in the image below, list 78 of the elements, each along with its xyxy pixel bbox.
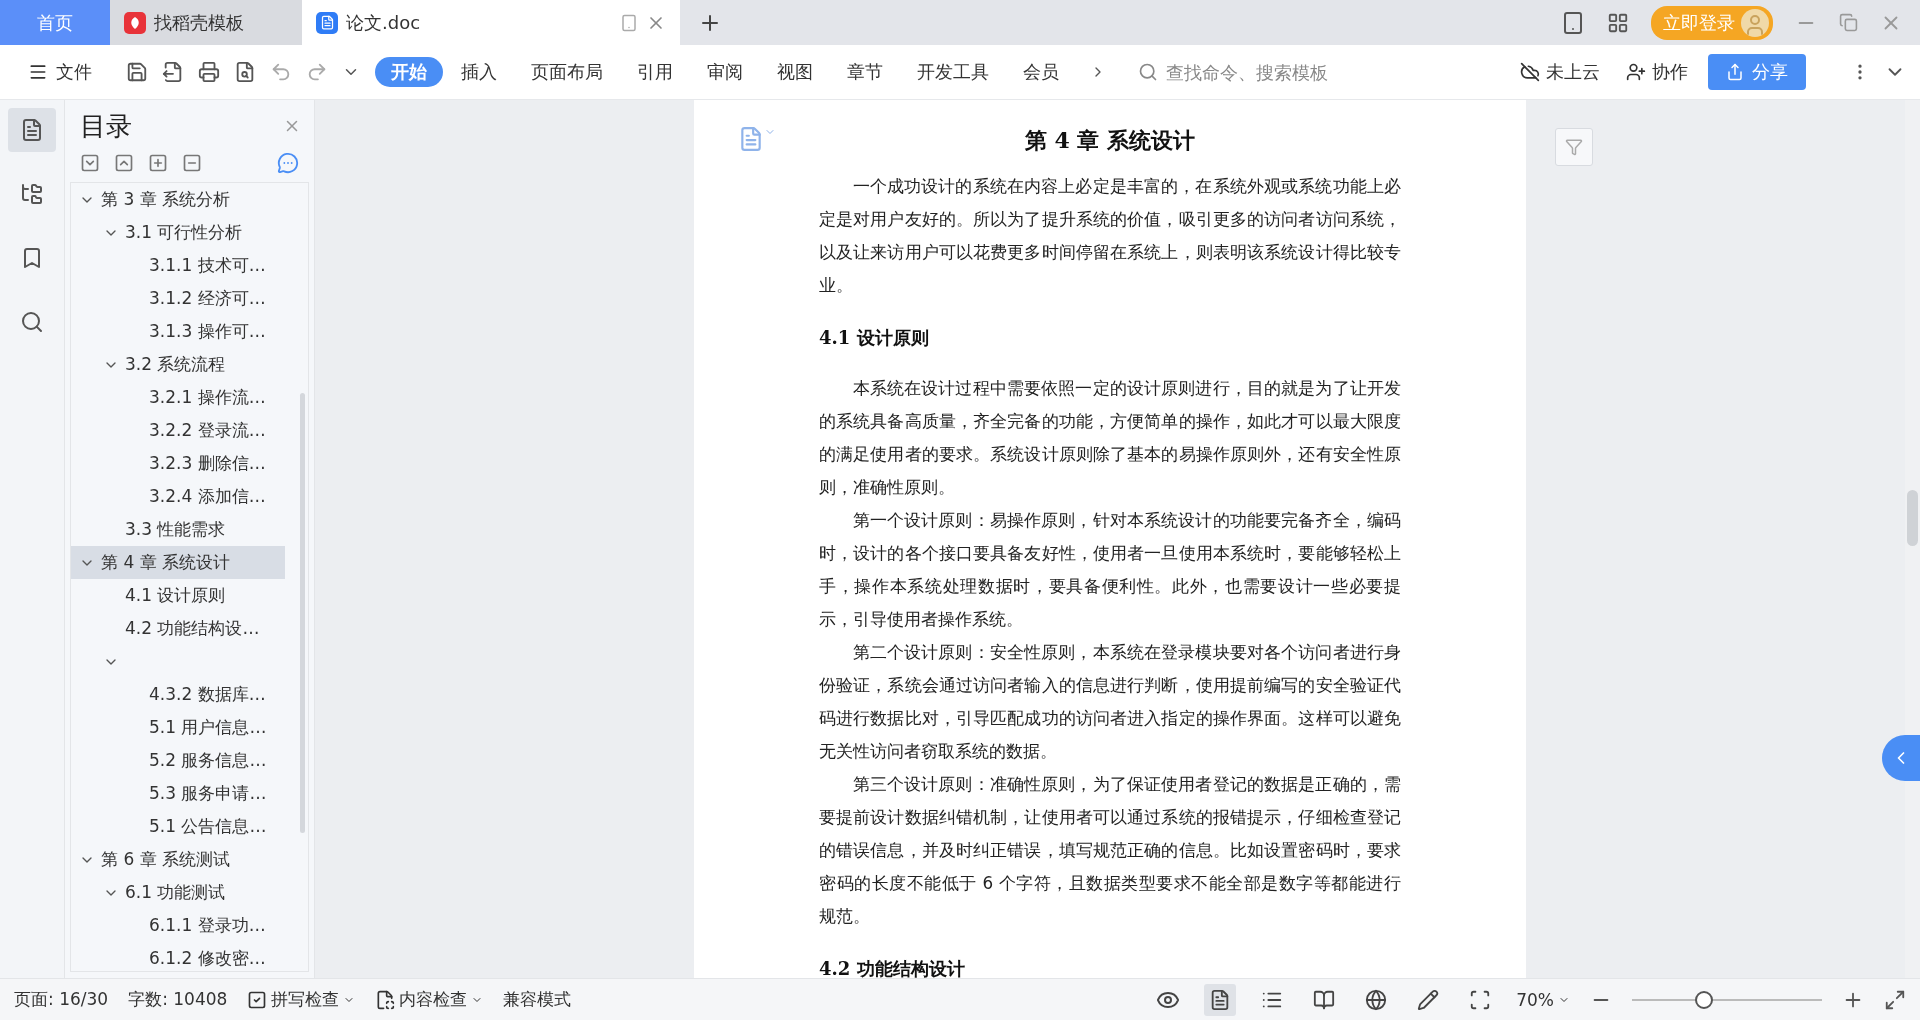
toc-item[interactable]: 3.1.2 经济可… [71,282,285,315]
toc-item[interactable]: 4.3.2 数据库… [71,678,285,711]
grid-icon[interactable] [1607,11,1629,34]
toc-item[interactable]: 3.2.1 操作流… [71,381,285,414]
search-field[interactable]: 查找命令、搜索模板 [1138,60,1344,84]
section-heading: 4.2 功能结构设计 [819,957,966,978]
spell-check-button[interactable]: 拼写检查 [247,988,356,1011]
leaf-icon [124,11,146,34]
toc-item[interactable]: 3.2.3 删除信… [71,447,285,480]
remove-level-icon[interactable] [182,153,202,173]
toc-item[interactable]: 第 6 章 系统测试 [71,843,285,876]
paragraph: 第二个设计原则：安全性原则，本系统在登录模块要对各个访问者进行身份验证，系统会通过访问者输入的信息进行判断，使用提前编写的安全验证代码进行数据比对，引导匹配成功的访问者进入指定的操作界面。这样可以避免无关性访问者窃取系统的数据。 [819,641,1401,763]
toc-item[interactable]: 4.1 设计原则 [71,579,285,612]
ribbon-tab[interactable]: 会员 [1007,57,1075,87]
layout-icon[interactable] [1561,10,1585,35]
check-icon [247,989,268,1010]
toc-item[interactable]: 3.2.2 登录流… [71,414,285,447]
toc-item[interactable]: 6.1.2 修改密… [71,942,285,971]
add-level-icon[interactable] [148,153,168,173]
print-icon[interactable] [198,61,220,83]
file-menu[interactable]: 文件 [22,59,98,85]
panel-title: 目录 [80,109,132,143]
preview-icon[interactable] [234,61,256,83]
toc-item[interactable]: 3.2 系统流程 [71,348,285,381]
page-view-icon[interactable] [1204,983,1237,1016]
tab[interactable]: 论文.doc [302,0,680,45]
chapter-title: 第 4 章 系统设计 [1023,126,1197,155]
ribbon-tab[interactable]: 开发工具 [901,57,1005,87]
search-icon [1138,62,1158,82]
toc-item[interactable]: 4.2 功能结构设… [71,612,285,645]
chat-bubble-icon[interactable] [277,152,299,174]
collaborate-button[interactable]: 协作 [1620,59,1694,85]
zoom-menu[interactable]: 70% [1516,989,1570,1010]
cloud-button[interactable]: 未上云 [1514,59,1606,85]
ribbon-tab[interactable]: 插入 [445,57,513,87]
zoom-slider-thumb[interactable] [1695,990,1714,1009]
ribbon-tab[interactable]: 视图 [761,57,829,87]
toc-item[interactable]: 6.1 功能测试 [71,876,285,909]
toc-item[interactable]: 5.1 公告信息… [71,810,285,843]
menu-icon [28,62,48,82]
toc-item[interactable]: 6.1.1 登录功… [71,909,285,942]
ribbon-tab[interactable]: 审阅 [691,57,759,87]
expand-icon[interactable] [80,153,100,173]
toc-item[interactable]: 第 4 章 系统设计 [71,546,285,579]
user-plus-icon [1626,62,1646,82]
share-icon [1726,63,1744,81]
toc-item[interactable]: 3.2.4 添加信… [71,480,285,513]
side-panel-tab[interactable] [1882,735,1920,781]
outline-icon[interactable] [8,108,56,152]
paragraph: 本系统在设计过程中需要依照一定的设计原则进行，目的就是为了让开发的系统具备高质量，齐全完备的功能，方便简单的操作，如此才可以最大限度的满足使用者的要求。系统设计原则除了基本的易操作原则外，还有安全性原则，准确性原则。 [819,377,1401,499]
fullscreen-icon[interactable] [1884,988,1906,1011]
paragraph: 第一个设计原则：易操作原则，针对本系统设计的功能要完备齐全，编码时，设计的各个接口要具备友好性，使用者一旦使用本系统时，要能够轻松上手，操作本系统处理数据时，要具备便利性。此外，也需要设计一些必要提示，引导使用者操作系统。 [819,509,1401,631]
document-icon [316,11,338,34]
ribbon-tab[interactable]: 引用 [621,57,689,87]
ribbon-tab[interactable]: 页面布局 [515,57,619,87]
word-count: 字数: 10408 [128,988,228,1011]
toc-item[interactable]: 3.1.3 操作可… [71,315,285,348]
toc-item[interactable]: 3.1.1 技术可… [71,249,285,282]
compat-mode: 兼容模式 [503,988,572,1011]
toc-item[interactable]: 3.3 性能需求 [71,513,285,546]
ribbon-tab[interactable]: 章节 [831,57,899,87]
cloud-icon [1520,62,1540,82]
toc-item[interactable]: 5.3 服务申请… [71,777,285,810]
avatar-icon [1741,8,1769,37]
paragraph: 一个成功设计的系统在内容上必定是丰富的，在系统外观或系统功能上必定是对用户友好的。所以为了提升系统的价值，吸引更多的访问者访问系统，以及让来访用户可以花费更多时间停留在系统上，则表明该系统设计得比较专业。 [819,175,1401,297]
export-icon[interactable] [162,61,184,83]
save-icon[interactable] [126,61,148,83]
collapse-icon[interactable] [114,153,134,173]
toc-item[interactable]: 第 3 章 系统分析 [71,183,285,216]
toc-item[interactable]: 5.2 服务信息… [71,744,285,777]
section-heading: 4.1 设计原则 [819,326,930,350]
toc-item[interactable]: 5.1 用户信息… [71,711,285,744]
content-check-button[interactable]: 内容检查 [375,988,484,1011]
paragraph: 第三个设计原则：准确性原则，为了保证使用者登记的数据是正确的，需要提前设计数据纠错机制，让使用者可以通过系统的报错提示，仔细检查登记的错误信息，并及时纠正错误，填写规范正确的信息。比如设置密码时，要求密码的长度不能低于 6 个字符，且数据类型要求不能全部是数字等都能进行规范。 [819,773,1401,928]
page-count: 页面: 16/30 [14,988,109,1011]
tab[interactable]: 找稻壳模板 [110,0,302,45]
toc-item[interactable]: 3.1 可行性分析 [71,216,285,249]
scan-icon [375,989,396,1010]
